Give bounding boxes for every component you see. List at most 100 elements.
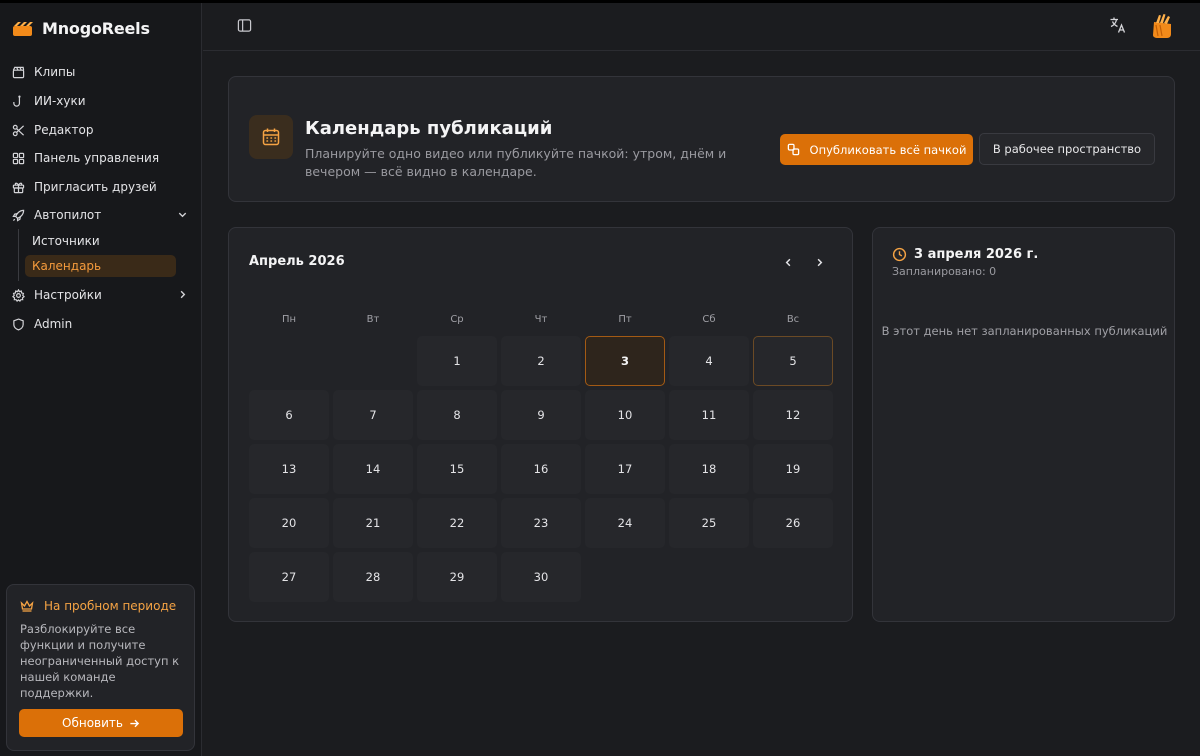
language-button[interactable] [1109,16,1127,38]
calendar-day[interactable]: 15 [417,444,497,494]
sidebar-subitem-label: Календарь [32,259,102,273]
calendar-day[interactable]: 5 [753,336,833,386]
hook-icon [13,95,21,107]
translate-icon [1110,17,1126,33]
sidebar-item-label: Admin [34,317,73,331]
crown-icon [20,600,34,612]
calendar-day[interactable]: 12 [753,390,833,440]
sidebar-subitem-calendar[interactable]: Календарь [25,255,176,277]
calendar-day[interactable]: 30 [501,552,581,602]
upgrade-button-label: Обновить [62,716,123,730]
calendar-day[interactable]: 26 [753,498,833,548]
sidebar-item-dashboard[interactable]: Панель управления [12,146,192,170]
workspace-button-label: В рабочее пространство [992,142,1142,156]
sidebar-item-autopilot[interactable]: Автопилот [12,203,192,227]
weekday-header: Вс [786,314,800,325]
calendar-day[interactable]: 6 [249,390,329,440]
link-icon [787,143,799,156]
sidebar-item-admin[interactable]: Admin [12,312,192,336]
scheduled-count: Запланировано: 0 [892,265,997,278]
dashboard-icon [12,152,25,164]
clapperboard-icon [12,66,25,78]
empty-state-message: В этот день нет запланированных публикац… [881,324,1168,338]
calendar-day[interactable]: 20 [249,498,329,548]
chevron-right-icon[interactable] [177,289,188,300]
sidebar-subitem-sources[interactable]: Источники [25,230,176,252]
next-month-button[interactable] [811,254,827,270]
logo-clapper-icon [13,21,33,36]
rocket-icon [12,209,25,222]
calendar-day[interactable]: 24 [585,498,665,548]
sidebar-item-settings[interactable]: Настройки [12,283,192,307]
user-avatar[interactable] [1150,13,1174,43]
shield-icon [13,317,24,331]
calendar-day[interactable]: 22 [417,498,497,548]
calendar-day[interactable]: 27 [249,552,329,602]
app-logo[interactable]: MnogoReels [12,19,150,38]
trial-card: На пробном периоде Разблокируйте все фун… [6,584,195,751]
panel-left-icon [237,19,252,32]
sidebar-toggle-button[interactable] [237,18,252,37]
gear-icon [12,288,25,302]
calendar-day[interactable]: 11 [669,390,749,440]
sidebar-item-label: Настройки [34,288,102,302]
sidebar-subitem-label: Источники [32,234,100,248]
calendar-day[interactable]: 10 [585,390,665,440]
avatar-clapper-icon [1153,14,1171,38]
gift-icon [12,182,25,193]
calendar-day[interactable]: 21 [333,498,413,548]
calendar-day[interactable]: 4 [669,336,749,386]
calendar-day[interactable]: 14 [333,444,413,494]
page-subtitle: Планируйте одно видео или публикуйте пач… [305,146,727,179]
calendar-day[interactable]: 19 [753,444,833,494]
calendar-day[interactable]: 13 [249,444,329,494]
calendar-card: Апрель 2026 Пн Вт Ср Чт Пт Сб Вс 1 2 3 4 5 6 7 8 9 10 11 1… [228,227,853,622]
weekday-header: Вт [366,314,380,325]
page-header-card: Календарь публикаций Планируйте одно вид… [228,76,1175,202]
sidebar-item-editor[interactable]: Редактор [12,118,192,142]
page-title: Календарь публикаций [305,118,553,139]
calendar-day[interactable]: 29 [417,552,497,602]
selected-date: 3 апреля 2026 г. [914,247,1039,262]
calendar-day[interactable]: 28 [333,552,413,602]
sidebar-item-label: Пригласить друзей [34,180,157,194]
weekday-header: Пт [618,314,632,325]
sidebar-item-label: Редактор [34,123,94,137]
sidebar-item-label: Клипы [34,65,76,79]
scissors-icon [12,124,25,136]
calendar-day[interactable]: 25 [669,498,749,548]
chevron-right-icon [817,258,822,266]
weekday-header: Сб [702,314,716,325]
calendar-day[interactable]: 3 [585,336,665,386]
calendar-day[interactable]: 1 [417,336,497,386]
calendar-tile [249,115,293,159]
sidebar-item-ai-hooks[interactable]: ИИ-хуки [12,89,192,113]
calendar-day[interactable]: 2 [501,336,581,386]
weekday-header: Ср [450,314,464,325]
chevron-down-icon[interactable] [177,209,188,220]
calendar-day[interactable]: 17 [585,444,665,494]
prev-month-button[interactable] [780,254,796,270]
sidebar-item-invite[interactable]: Пригласить друзей [12,175,192,199]
calendar-icon [262,128,280,146]
arrow-right-icon [130,719,140,727]
publish-all-label: Опубликовать всё пачкой [809,142,967,157]
calendar-day[interactable]: 16 [501,444,581,494]
clock-icon [892,247,907,262]
app-name: MnogoReels [42,19,150,38]
sidebar-item-clips[interactable]: Клипы [12,60,192,84]
trial-title-text: На пробном периоде [44,599,177,613]
calendar-day[interactable]: 9 [501,390,581,440]
calendar-day[interactable]: 23 [501,498,581,548]
trial-description: Разблокируйте все функции и получите нео… [20,622,180,700]
trial-title: На пробном периоде [20,599,176,613]
sidebar-item-label: Панель управления [34,151,160,165]
calendar-day[interactable]: 7 [333,390,413,440]
day-detail-card: 3 апреля 2026 г. Запланировано: 0 В этот… [872,227,1175,622]
workspace-button[interactable]: В рабочее пространство [979,133,1155,165]
calendar-day[interactable]: 8 [417,390,497,440]
upgrade-button[interactable]: Обновить [19,709,183,737]
sidebar: MnogoReels Клипы ИИ-хуки Редактор Панель… [0,3,202,756]
publish-all-button[interactable]: Опубликовать всё пачкой [780,134,973,165]
calendar-day[interactable]: 18 [669,444,749,494]
